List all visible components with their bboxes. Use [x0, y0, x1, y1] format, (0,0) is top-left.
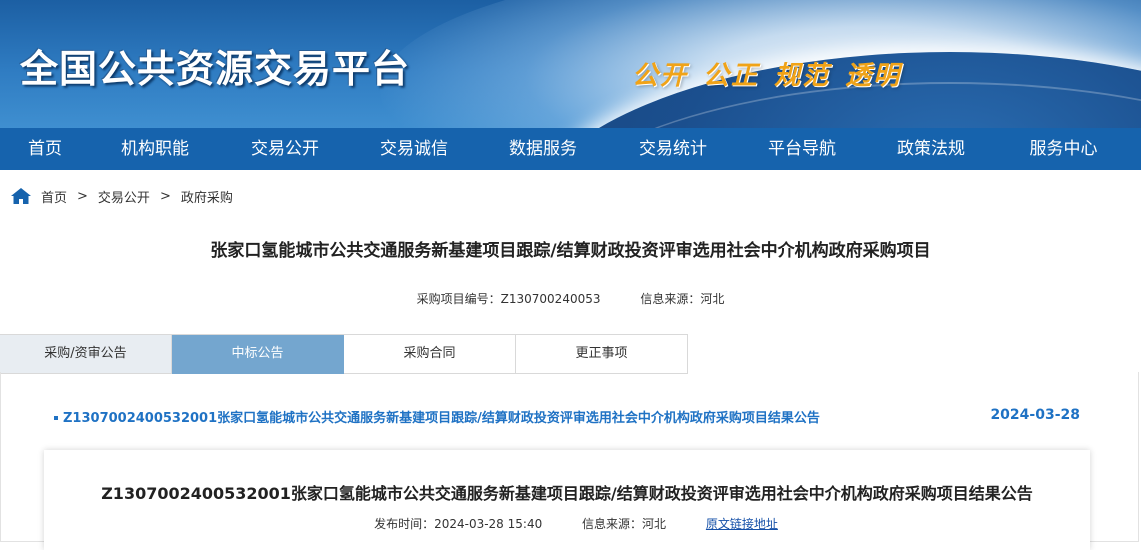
- result-link[interactable]: Z1307002400532001张家口氢能城市公共交通服务新基建项目跟踪/结算…: [63, 411, 820, 426]
- notice-tabs: 采购/资审公告 中标公告 采购合同 更正事项: [0, 334, 688, 374]
- nav-item-home[interactable]: 首页: [0, 128, 90, 170]
- page-meta: 采购项目编号：Z130700240053 信息来源：河北: [0, 290, 1141, 307]
- tab-corrections[interactable]: 更正事项: [516, 335, 688, 374]
- announcement-source: 信息来源：河北: [582, 517, 667, 531]
- nav-item-service-center[interactable]: 服务中心: [996, 128, 1131, 170]
- breadcrumb: 首页 > 交易公开 > 政府采购: [10, 185, 233, 207]
- project-number: 采购项目编号：Z130700240053: [416, 292, 601, 306]
- nav-item-trade-public[interactable]: 交易公开: [220, 128, 350, 170]
- publish-time: 发布时间：2024-03-28 15:40: [374, 517, 543, 531]
- nav-item-trade-stats[interactable]: 交易统计: [608, 128, 738, 170]
- bullet-icon: [54, 415, 58, 420]
- info-source: 信息来源：河北: [640, 292, 725, 306]
- site-slogan: 公开 公正 规范 透明: [632, 61, 902, 91]
- tab-procurement-notice[interactable]: 采购/资审公告: [0, 335, 172, 374]
- site-banner: 全国公共资源交易平台 公开 公正 规范 透明: [0, 0, 1141, 128]
- site-title: 全国公共资源交易平台: [20, 47, 411, 91]
- main-nav: 首页 机构职能 交易公开 交易诚信 数据服务 交易统计 平台导航 政策法规 服务…: [0, 128, 1141, 170]
- announcement-title: Z1307002400532001张家口氢能城市公共交通服务新基建项目跟踪/结算…: [101, 484, 1033, 503]
- breadcrumb-gov-procurement[interactable]: 政府采购: [181, 187, 233, 206]
- breadcrumb-separator: >: [159, 188, 171, 204]
- nav-item-platform-nav[interactable]: 平台导航: [738, 128, 866, 170]
- nav-item-functions[interactable]: 机构职能: [90, 128, 220, 170]
- nav-item-trade-credit[interactable]: 交易诚信: [350, 128, 478, 170]
- tab-award-notice[interactable]: 中标公告: [172, 335, 344, 374]
- nav-item-data-service[interactable]: 数据服务: [478, 128, 608, 170]
- original-link[interactable]: 原文链接地址: [706, 517, 778, 531]
- announcement-card: Z1307002400532001张家口氢能城市公共交通服务新基建项目跟踪/结算…: [44, 450, 1090, 550]
- result-date: 2024-03-28: [990, 407, 1080, 423]
- nav-item-policy[interactable]: 政策法规: [866, 128, 996, 170]
- tab-procurement-contract[interactable]: 采购合同: [344, 335, 516, 374]
- announcement-meta: 发布时间：2024-03-28 15:40 信息来源：河北 原文链接地址: [44, 515, 1090, 532]
- breadcrumb-separator: >: [77, 188, 88, 204]
- breadcrumb-trade-public[interactable]: 交易公开: [98, 187, 150, 206]
- breadcrumb-home[interactable]: 首页: [41, 187, 67, 206]
- list-item[interactable]: Z1307002400532001张家口氢能城市公共交通服务新基建项目跟踪/结算…: [54, 407, 1084, 427]
- home-icon: [11, 188, 31, 204]
- page-title: 张家口氢能城市公共交通服务新基建项目跟踪/结算财政投资评审选用社会中介机构政府采…: [210, 241, 931, 261]
